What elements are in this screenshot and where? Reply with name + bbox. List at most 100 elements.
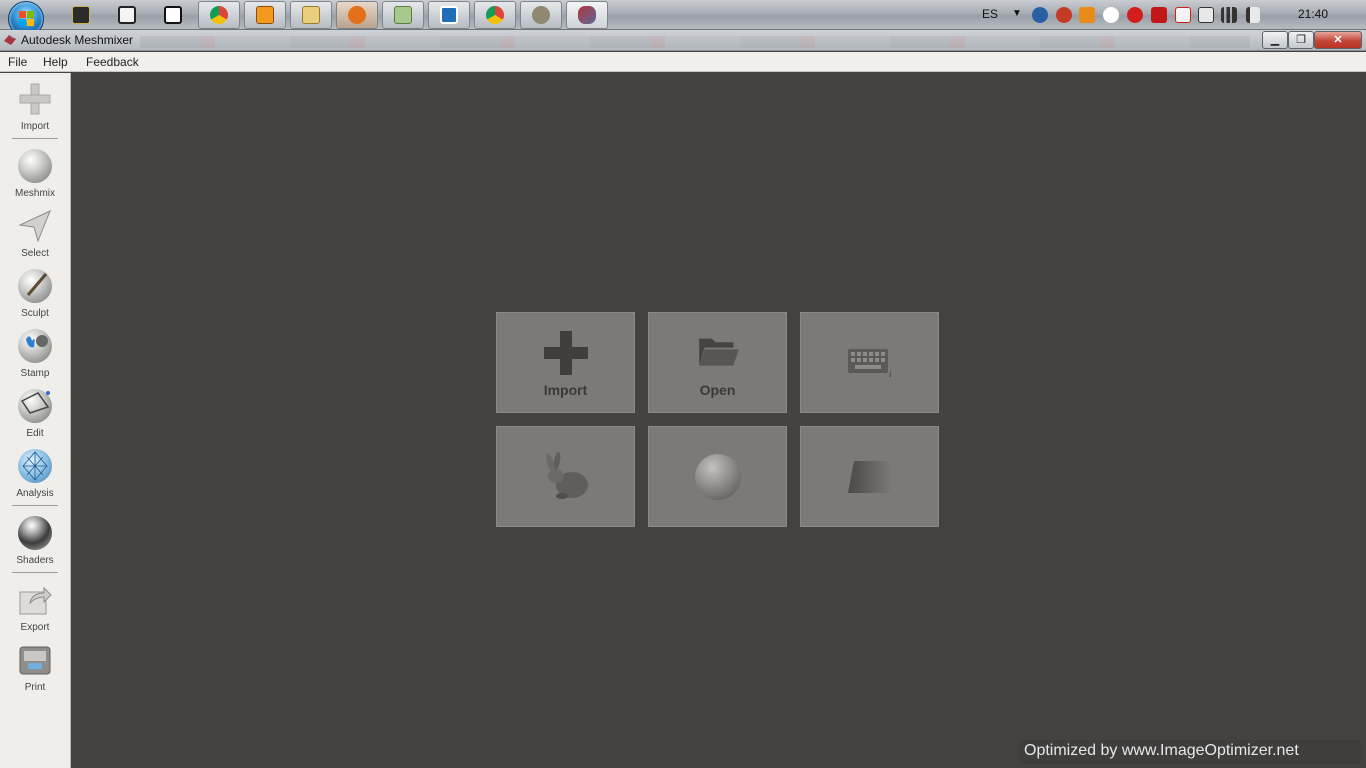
- edit-sphere-icon: [18, 389, 52, 423]
- taskbar-app-9[interactable]: [428, 1, 470, 29]
- bunny-sample-tile[interactable]: [496, 426, 635, 527]
- taskbar-app-3[interactable]: [152, 1, 194, 29]
- tool-label: Shaders: [16, 555, 54, 566]
- gimp-icon: [532, 6, 550, 24]
- tool-sculpt[interactable]: Sculpt: [0, 269, 70, 329]
- left-toolbar: Import Meshmix Select Sculpt Stamp Edit …: [0, 73, 71, 768]
- tile-label: Open: [699, 382, 736, 398]
- plus-icon: [19, 83, 51, 115]
- svg-text:i: i: [889, 369, 892, 379]
- plane-icon: [848, 461, 894, 493]
- menu-file[interactable]: File: [8, 55, 27, 69]
- show-hidden-icons-icon[interactable]: ▼: [1012, 8, 1022, 19]
- folder-open-icon: [699, 338, 739, 366]
- app-icon: [440, 6, 458, 24]
- close-button[interactable]: ✕: [1314, 31, 1362, 49]
- taskbar-meshmixer[interactable]: [566, 1, 608, 29]
- window-title-bar[interactable]: Autodesk Meshmixer ▁ ❐ ✕: [0, 30, 1366, 51]
- app-tray-icon[interactable]: [1056, 7, 1072, 23]
- taskbar-chrome-1[interactable]: [198, 1, 240, 29]
- restore-button[interactable]: ❐: [1288, 31, 1314, 49]
- folder-icon: [302, 6, 320, 24]
- tool-analysis[interactable]: Analysis: [0, 449, 70, 509]
- tool-label: Stamp: [20, 368, 50, 379]
- language-indicator[interactable]: ES: [982, 7, 998, 21]
- image-viewer-icon: [394, 6, 412, 24]
- tool-stamp[interactable]: Stamp: [0, 329, 70, 389]
- taskbar-app-2[interactable]: [106, 1, 148, 29]
- stamp-icon: [18, 329, 52, 363]
- plane-sample-tile[interactable]: [800, 426, 939, 527]
- shader-sphere-icon: [18, 516, 52, 550]
- taskbar-chrome-2[interactable]: [474, 1, 516, 29]
- arrow-select-icon: [18, 210, 51, 243]
- open-tile[interactable]: Open: [648, 312, 787, 413]
- network-icon[interactable]: [1221, 7, 1237, 23]
- tool-select[interactable]: Select: [0, 209, 70, 269]
- import-tile[interactable]: Import: [496, 312, 635, 413]
- tool-export[interactable]: Export: [0, 583, 70, 643]
- cloud-upload-icon[interactable]: [1032, 7, 1048, 23]
- menu-help[interactable]: Help: [43, 55, 68, 69]
- taskbar-app-1[interactable]: [60, 1, 102, 29]
- tool-label: Print: [24, 682, 46, 693]
- chrome-icon: [486, 6, 504, 24]
- volume-icon[interactable]: [1246, 7, 1260, 23]
- taskbar-gimp[interactable]: [520, 1, 562, 29]
- face-sphere-icon: [18, 149, 52, 183]
- battery-icon[interactable]: [1198, 7, 1214, 23]
- clock[interactable]: 21:40: [1298, 7, 1328, 21]
- watermark-text: Optimized by www.ImageOptimizer.net: [1019, 740, 1361, 764]
- media-player-icon: [256, 6, 274, 24]
- mesh-sphere-icon: [18, 449, 52, 483]
- brush-sphere-icon: [18, 269, 52, 303]
- calculator-icon: [118, 6, 136, 24]
- tile-label: Import: [543, 382, 588, 398]
- tool-import[interactable]: Import: [0, 82, 70, 142]
- menu-feedback[interactable]: Feedback: [86, 55, 139, 69]
- taskbar-app-7[interactable]: [336, 1, 378, 29]
- sphere-icon: [695, 454, 741, 500]
- antivirus-icon[interactable]: [1151, 7, 1167, 23]
- printer-icon: [19, 646, 51, 675]
- taskbar-explorer[interactable]: [290, 1, 332, 29]
- tool-meshmix[interactable]: Meshmix: [0, 149, 70, 209]
- minimize-button[interactable]: ▁: [1262, 31, 1288, 49]
- tool-label: Select: [21, 248, 49, 259]
- tool-label: Meshmix: [14, 188, 55, 199]
- bunny-icon: [546, 452, 588, 499]
- mega-icon[interactable]: [1127, 7, 1143, 23]
- terminal-icon: [72, 6, 90, 24]
- keyboard-icon: i: [848, 349, 892, 379]
- sphere-sample-tile[interactable]: [648, 426, 787, 527]
- export-icon: [19, 586, 52, 615]
- paint-icon: [348, 6, 366, 24]
- flag-icon[interactable]: [1175, 7, 1191, 23]
- window-title: Autodesk Meshmixer: [21, 33, 134, 47]
- plus-icon: [544, 331, 588, 375]
- taskbar-media-player[interactable]: [244, 1, 286, 29]
- system-tray: ES ▼ 21:40: [976, 0, 1366, 30]
- onedrive-icon[interactable]: [1103, 7, 1119, 23]
- taskbar-app-8[interactable]: [382, 1, 424, 29]
- toolbar-divider: [12, 572, 58, 573]
- windows-logo-icon: [19, 11, 35, 27]
- shortcuts-tile[interactable]: i: [800, 312, 939, 413]
- title-bar-background: [140, 36, 1250, 48]
- meshmixer-logo-icon: [4, 35, 16, 45]
- 3d-viewport[interactable]: [71, 73, 1366, 768]
- notepad-icon: [164, 6, 182, 24]
- toolbar-divider: [12, 138, 58, 139]
- tool-label: Import: [20, 121, 50, 132]
- tool-label: Sculpt: [21, 308, 49, 319]
- toolbar-divider: [12, 505, 58, 506]
- menu-bar: File Help Feedback: [0, 52, 1366, 72]
- tool-print[interactable]: Print: [0, 643, 70, 703]
- meshmixer-icon: [578, 6, 596, 24]
- chrome-icon: [210, 6, 228, 24]
- fox-tray-icon[interactable]: [1079, 7, 1095, 23]
- tool-label: Edit: [26, 428, 44, 439]
- tool-edit[interactable]: Edit: [0, 389, 70, 449]
- tool-shaders[interactable]: Shaders: [0, 516, 70, 576]
- tool-label: Export: [20, 622, 50, 633]
